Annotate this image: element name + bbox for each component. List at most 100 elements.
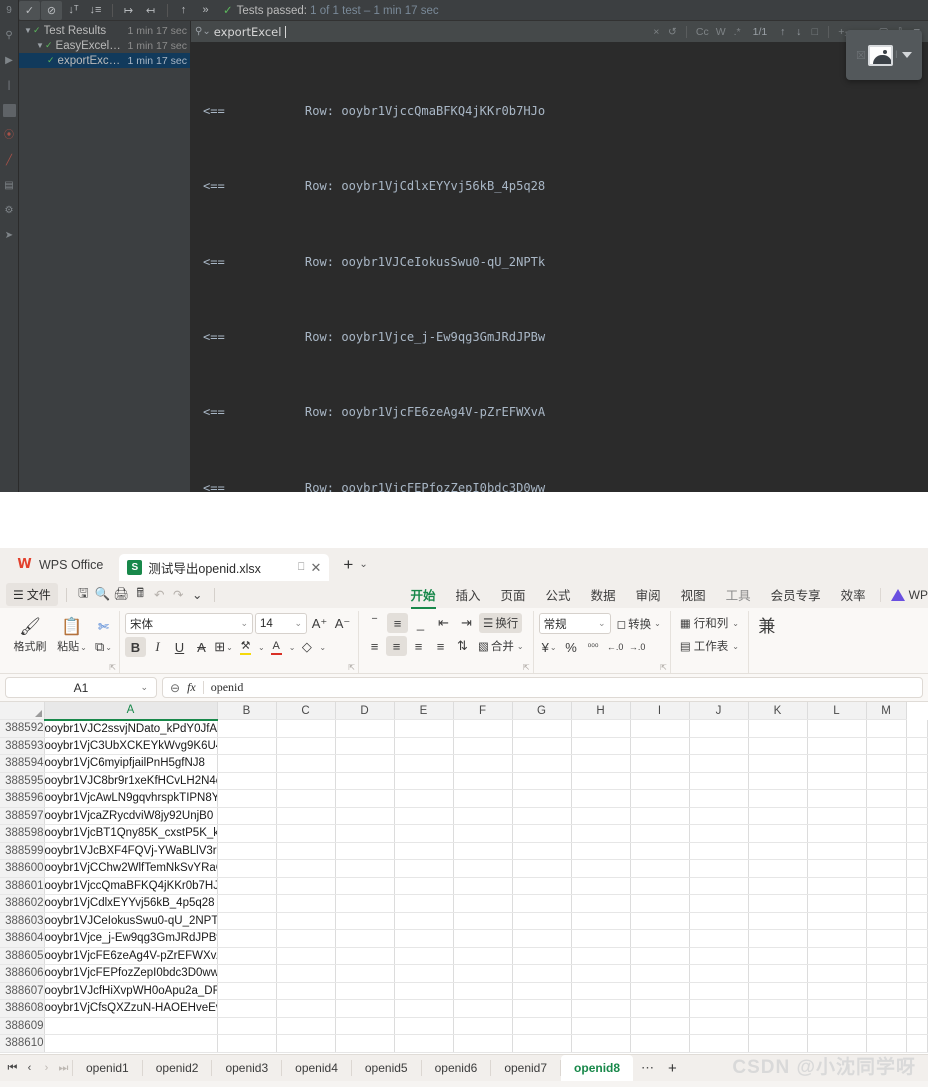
grid-cell[interactable] xyxy=(335,982,395,1000)
grid-cell[interactable] xyxy=(866,842,907,860)
grid-cell[interactable] xyxy=(630,947,690,965)
build-icon[interactable]: ⚙ xyxy=(3,204,16,217)
table-row[interactable]: 388595 ooybr1VJC8br9r1xeKfHCvLH2N4c xyxy=(0,772,928,790)
table-row[interactable]: 388606 ooybr1VjcFEPfozZepI0bdc3D0ww xyxy=(0,964,928,983)
undo-icon[interactable]: ↶ xyxy=(151,587,168,602)
grid-cell[interactable] xyxy=(335,737,395,755)
grid-cell[interactable] xyxy=(217,859,277,878)
grid-cell[interactable] xyxy=(453,789,513,808)
spreadsheet-grid[interactable]: A B C D E F G H I J K L M 388592 ooybr1VJ… xyxy=(0,702,928,1054)
row-header[interactable]: 388605 xyxy=(0,947,45,965)
column-header-k[interactable]: K xyxy=(748,702,808,720)
rows-and-columns-button[interactable]: ▦ 行和列 ⌄ xyxy=(676,613,743,633)
increase-decimal-button[interactable]: ←.0 xyxy=(605,637,626,657)
grid-cell[interactable] xyxy=(866,912,907,930)
table-row[interactable]: 388600 ooybr1VjCChw2WlfTemNkSvYRaCw xyxy=(0,859,928,878)
table-row[interactable]: 388604 ooybr1Vjce_j-Ew9qg3GmJRdJPBw xyxy=(0,929,928,948)
grid-cell[interactable] xyxy=(512,982,572,1000)
checkbox-icon[interactable]: ☒ xyxy=(856,49,866,62)
table-row[interactable]: 388598 ooybr1VjcBT1Qny85K_cxstP5K_k xyxy=(0,824,928,843)
justify-button[interactable]: ≡ xyxy=(430,636,451,656)
grid-cell[interactable] xyxy=(512,1034,572,1053)
grid-cell[interactable] xyxy=(630,789,690,808)
grid-cell[interactable] xyxy=(571,912,631,930)
grid-cell[interactable] xyxy=(394,999,454,1018)
grid-cell[interactable] xyxy=(807,964,867,983)
grid-cell[interactable] xyxy=(866,824,907,843)
row-header[interactable]: 388607 xyxy=(0,982,45,1000)
grid-cell[interactable] xyxy=(866,1034,907,1053)
run-icon[interactable]: ▶ xyxy=(3,54,16,67)
grid-cell[interactable] xyxy=(630,1017,690,1035)
grid-cell[interactable] xyxy=(689,877,749,895)
comma-style-button[interactable]: ⁰⁰⁰ xyxy=(583,637,604,657)
grid-cell[interactable]: ooybr1VjCdlxEYYvj56kB_4p5q28 xyxy=(44,894,218,913)
grid-cell[interactable]: ooybr1VJC2ssvjNDato_kPdY0JfA xyxy=(44,719,218,738)
number-group-expand-icon[interactable]: ⇱ xyxy=(660,663,667,672)
align-top-button[interactable]: ‾ xyxy=(364,613,385,633)
decrease-decimal-button[interactable]: →.0 xyxy=(627,637,648,657)
grid-cell[interactable] xyxy=(630,929,690,948)
grid-cell[interactable]: ooybr1VjcaZRycdviW8jy92UnjB0 xyxy=(44,807,218,825)
grid-cell[interactable] xyxy=(453,912,513,930)
grid-cell[interactable] xyxy=(276,789,336,808)
fx-icon[interactable]: fx xyxy=(187,680,196,695)
row-header[interactable]: 388596 xyxy=(0,789,45,808)
grid-cell[interactable] xyxy=(906,929,928,948)
grid-cell[interactable] xyxy=(571,719,631,738)
grid-cell[interactable] xyxy=(571,824,631,843)
grid-cell[interactable] xyxy=(807,947,867,965)
grid-cell[interactable] xyxy=(453,999,513,1018)
grid-cell[interactable]: ooybr1VjCfsQXZzuN-HAOEHveEvA xyxy=(44,999,218,1018)
decrease-indent-button[interactable]: ⇤ xyxy=(433,613,454,633)
grid-cell[interactable] xyxy=(276,982,336,1000)
grid-cell[interactable] xyxy=(807,824,867,843)
grid-cell[interactable] xyxy=(335,1034,395,1053)
grid-cell[interactable] xyxy=(217,719,277,738)
grid-cell[interactable] xyxy=(217,1017,277,1035)
grid-cell[interactable] xyxy=(807,1017,867,1035)
grid-cell[interactable] xyxy=(689,842,749,860)
grid-cell[interactable]: ooybr1VjcBT1Qny85K_cxstP5K_k xyxy=(44,824,218,843)
grid-cell[interactable] xyxy=(748,719,808,738)
grid-cell[interactable] xyxy=(630,824,690,843)
grid-cell[interactable] xyxy=(906,982,928,1000)
column-header-i[interactable]: I xyxy=(630,702,690,720)
grid-cell[interactable] xyxy=(630,964,690,983)
grid-cell[interactable] xyxy=(689,859,749,878)
grid-cell[interactable] xyxy=(276,877,336,895)
grid-cell[interactable] xyxy=(217,894,277,913)
grid-cell[interactable] xyxy=(512,824,572,843)
more-options-icon[interactable]: » xyxy=(195,1,216,20)
grid-cell[interactable] xyxy=(906,859,928,878)
grid-cell[interactable] xyxy=(453,754,513,773)
row-header[interactable]: 388610 xyxy=(0,1034,45,1053)
align-center-button[interactable]: ≡ xyxy=(386,636,407,656)
grid-cell[interactable] xyxy=(630,719,690,738)
sheet-tab-openid2[interactable]: openid2 xyxy=(143,1055,212,1081)
grid-cell[interactable] xyxy=(866,789,907,808)
table-row[interactable]: 388596 ooybr1VjcAwLN9gqvhrspkTIPN8Y xyxy=(0,789,928,808)
grid-cell[interactable] xyxy=(748,964,808,983)
grid-cell[interactable] xyxy=(906,824,928,843)
previous-sheet-icon[interactable]: ‹ xyxy=(21,1062,38,1074)
grid-cell[interactable] xyxy=(748,1017,808,1035)
grid-cell[interactable] xyxy=(335,999,395,1018)
grid-cell[interactable] xyxy=(748,772,808,790)
grid-cell[interactable] xyxy=(571,859,631,878)
grid-cell[interactable] xyxy=(689,807,749,825)
grid-cell[interactable] xyxy=(276,1034,336,1053)
grid-cell[interactable] xyxy=(689,912,749,930)
grid-cell[interactable] xyxy=(748,824,808,843)
table-row[interactable]: 388608 ooybr1VjCfsQXZzuN-HAOEHveEvA xyxy=(0,999,928,1018)
grid-cell[interactable] xyxy=(630,807,690,825)
decrease-font-size-button[interactable]: A⁻ xyxy=(332,614,353,634)
column-header-e[interactable]: E xyxy=(394,702,454,720)
grid-cell[interactable] xyxy=(394,789,454,808)
git-icon[interactable]: ⦿ xyxy=(3,129,16,142)
grid-cell[interactable] xyxy=(394,912,454,930)
row-header[interactable]: 388594 xyxy=(0,754,45,773)
clear-search-icon[interactable]: × xyxy=(650,26,663,38)
grid-cell[interactable] xyxy=(748,754,808,773)
grid-cell[interactable] xyxy=(276,772,336,790)
